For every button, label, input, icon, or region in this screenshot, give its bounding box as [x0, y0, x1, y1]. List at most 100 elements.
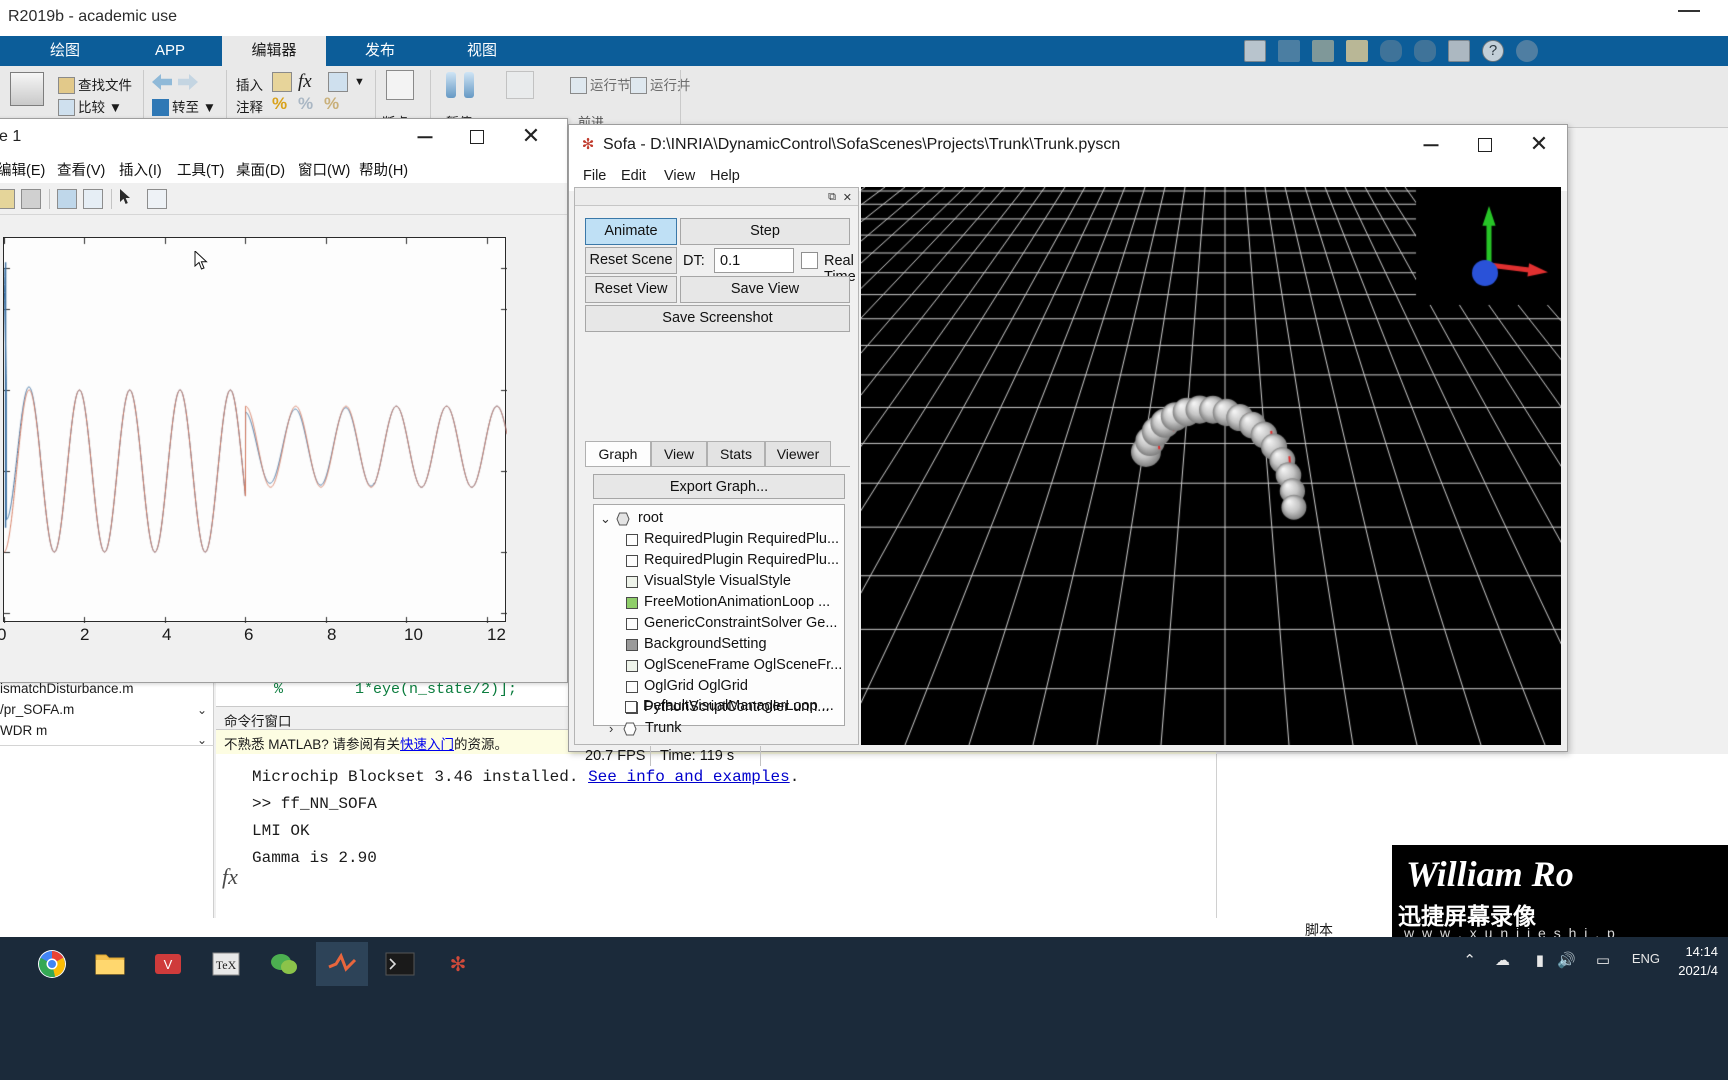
- see-info-link[interactable]: See info and examples: [588, 768, 790, 786]
- save-screenshot-button[interactable]: Save Screenshot: [585, 305, 850, 332]
- paste-icon[interactable]: [1346, 40, 1368, 62]
- taskbar-clock[interactable]: 14:14 2021/4: [1678, 943, 1718, 981]
- tree-item[interactable]: RequiredPlugin RequiredPlu...: [594, 530, 844, 551]
- save-big-button[interactable]: [10, 72, 44, 109]
- tab-viewer[interactable]: Viewer: [765, 441, 831, 467]
- sofa-taskbar-icon[interactable]: ✻: [432, 942, 484, 986]
- cut-icon[interactable]: [1278, 40, 1300, 62]
- chevron-down-icon-1[interactable]: ⌄: [197, 703, 207, 717]
- tree-checkbox[interactable]: [626, 618, 638, 630]
- tab-stats[interactable]: Stats: [707, 441, 765, 467]
- file-item-1[interactable]: /pr_SOFA.m: [0, 702, 74, 717]
- chevron-up-icon[interactable]: ⌃: [1463, 951, 1476, 969]
- explorer-icon[interactable]: [84, 942, 136, 986]
- insert-block-icon[interactable]: [272, 72, 295, 92]
- figure-minimize-button[interactable]: [401, 119, 449, 155]
- tree-item[interactable]: VisualStyle VisualStyle: [594, 572, 844, 593]
- goto-button[interactable]: 转至 ▼: [152, 96, 216, 116]
- tree-checkbox[interactable]: [626, 597, 638, 609]
- sofa-menu-file[interactable]: File: [583, 168, 606, 184]
- wrap-comment-icon[interactable]: %: [324, 94, 339, 114]
- run-section-icon[interactable]: [506, 71, 537, 99]
- more-icon[interactable]: [1516, 40, 1538, 62]
- data-cursor-icon[interactable]: [147, 189, 167, 209]
- onedrive-icon[interactable]: ☁: [1495, 951, 1510, 969]
- copy-icon[interactable]: [1312, 40, 1334, 62]
- quick-start-link[interactable]: 快速入门: [400, 737, 454, 752]
- tree-checkbox[interactable]: [626, 681, 638, 693]
- print-icon[interactable]: [1448, 40, 1470, 62]
- tree-item[interactable]: FreeMotionAnimationLoop ...: [594, 593, 844, 614]
- save-icon[interactable]: [1244, 40, 1266, 62]
- terminal-icon[interactable]: [374, 942, 426, 986]
- chevron-right-icon[interactable]: ›: [609, 722, 613, 736]
- step-button[interactable]: Step: [680, 218, 850, 245]
- compare-button[interactable]: 比较 ▼: [58, 96, 122, 116]
- sofa-menu-edit[interactable]: Edit: [621, 168, 646, 184]
- sofa-3d-viewport[interactable]: [861, 187, 1561, 745]
- find-files-button[interactable]: 查找文件: [58, 74, 132, 94]
- tree-checkbox[interactable]: [626, 534, 638, 546]
- sofa-menu-view[interactable]: View: [664, 168, 695, 184]
- dock-close-icon[interactable]: ✕: [843, 191, 852, 204]
- file-item-0[interactable]: ismatchDisturbance.m: [0, 681, 134, 696]
- figure-menu-help[interactable]: 帮助(H): [359, 159, 408, 180]
- tree-item[interactable]: BackgroundSetting: [594, 635, 844, 656]
- tree-item[interactable]: RequiredPlugin RequiredPlu...: [594, 551, 844, 572]
- command-window-body[interactable]: Microchip Blockset 3.46 installed. See i…: [216, 754, 1216, 918]
- legend-icon[interactable]: [83, 189, 103, 209]
- dt-input[interactable]: [714, 248, 794, 273]
- sofa-maximize-button[interactable]: [1461, 125, 1509, 165]
- undo-icon[interactable]: [1380, 40, 1402, 62]
- network-icon[interactable]: ▮: [1536, 951, 1544, 969]
- redo-icon[interactable]: [1414, 40, 1436, 62]
- figure-menu-insert[interactable]: 插入(I): [119, 159, 162, 180]
- insert-button[interactable]: 插入: [236, 74, 263, 94]
- chrome-icon[interactable]: [26, 942, 78, 986]
- figure-menu-window[interactable]: 窗口(W): [298, 159, 350, 180]
- comment-percent-icon[interactable]: %: [272, 94, 287, 114]
- animate-button[interactable]: Animate: [585, 218, 677, 245]
- forward-button[interactable]: [178, 74, 198, 93]
- figure-menu-tools[interactable]: 工具(T): [177, 159, 225, 180]
- video-editor-icon[interactable]: V: [142, 942, 194, 986]
- figure-menu-desktop[interactable]: 桌面(D): [236, 159, 285, 180]
- tab-graph[interactable]: Graph: [585, 441, 651, 467]
- run-section-button[interactable]: 运行节: [570, 74, 631, 94]
- uncomment-icon[interactable]: %: [298, 94, 313, 114]
- fx-prompt-icon[interactable]: fx: [222, 864, 238, 890]
- sofa-close-button[interactable]: ✕: [1515, 125, 1563, 165]
- ribbon-tab-plot[interactable]: 绘图: [10, 36, 120, 66]
- ribbon-tab-publish[interactable]: 发布: [330, 36, 430, 66]
- save-figure-icon[interactable]: [57, 189, 77, 209]
- function-icon[interactable]: fx: [298, 71, 312, 93]
- ribbon-tab-view[interactable]: 视图: [432, 36, 532, 66]
- run-and-advance-button[interactable]: 运行并: [630, 74, 691, 94]
- matlab-icon[interactable]: [316, 942, 368, 986]
- tree-node-root[interactable]: ⌄ root: [594, 509, 844, 530]
- breakpoint-button[interactable]: [386, 70, 417, 100]
- volume-icon[interactable]: 🔊: [1557, 951, 1576, 969]
- language-indicator[interactable]: ENG: [1632, 951, 1660, 966]
- tree-item[interactable]: OglSceneFrame OglSceneFr...: [594, 656, 844, 677]
- tree-item[interactable]: OglGrid OglGrid: [594, 677, 844, 698]
- sofa-3d-canvas[interactable]: [861, 187, 1561, 745]
- ribbon-tab-editor[interactable]: 编辑器: [222, 36, 326, 66]
- figure-menu-view[interactable]: 查看(V): [57, 159, 105, 180]
- figure-maximize-button[interactable]: [453, 119, 501, 155]
- tree-checkbox[interactable]: [626, 660, 638, 672]
- tree-item[interactable]: GenericConstraintSolver Ge...: [594, 614, 844, 635]
- tree-checkbox[interactable]: [626, 639, 638, 651]
- chevron-down-icon[interactable]: ⌄: [600, 512, 611, 526]
- tab-view[interactable]: View: [651, 441, 707, 467]
- tree-checkbox[interactable]: [626, 576, 638, 588]
- new-figure-icon[interactable]: [0, 189, 15, 209]
- back-button[interactable]: [152, 74, 172, 93]
- wechat-icon[interactable]: [258, 942, 310, 986]
- sofa-menu-help[interactable]: Help: [710, 168, 740, 184]
- scene-graph-tree[interactable]: ⌄ root RequiredPlugin RequiredPlu... Req…: [593, 504, 845, 726]
- file-item-2[interactable]: WDR m: [0, 723, 47, 738]
- comment-button[interactable]: 注释: [236, 96, 263, 116]
- help-icon[interactable]: ?: [1482, 40, 1504, 62]
- tree-item[interactable]: DefaultVisualManagerLoop ...: [593, 697, 845, 718]
